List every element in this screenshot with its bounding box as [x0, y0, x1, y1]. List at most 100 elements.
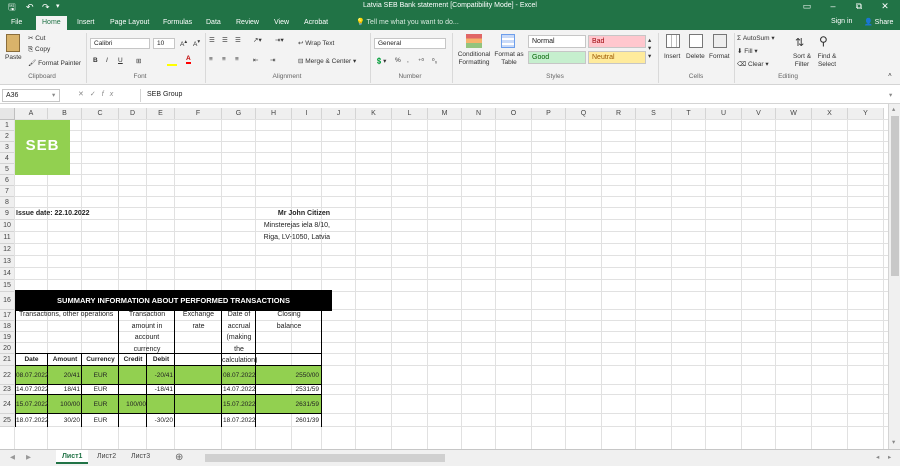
tx-currency[interactable]: EUR — [82, 386, 119, 394]
row-header[interactable]: 20 — [0, 343, 15, 354]
row-header[interactable]: 7 — [0, 186, 15, 197]
tab-file[interactable]: File — [5, 17, 28, 30]
row-header[interactable]: 23 — [0, 385, 15, 395]
subheader-debit[interactable]: Debit — [147, 356, 175, 364]
bold-button[interactable]: B — [93, 57, 98, 64]
insert-cells-icon[interactable] — [666, 34, 680, 48]
recipient-address-line1[interactable]: Minsterejas iela 8/10, — [264, 222, 330, 230]
scroll-down-icon[interactable]: ▾ — [892, 438, 895, 446]
row-header[interactable]: 9 — [0, 208, 15, 220]
format-cells-icon[interactable] — [713, 34, 727, 48]
tx-accrual-date[interactable]: 18.07.2022 — [223, 417, 256, 425]
tx-accrual-date[interactable]: 14.07.2022 — [223, 386, 256, 394]
merge-center-button[interactable]: ⊟ Merge & Center ▾ — [298, 57, 356, 65]
tab-acrobat[interactable]: Acrobat — [298, 17, 334, 30]
minimize-button[interactable]: – — [826, 1, 840, 11]
tx-accrual-date[interactable]: 15.07.2022 — [223, 401, 256, 409]
wrap-text-button[interactable]: ↩ Wrap Text — [298, 39, 334, 47]
tx-closing-balance[interactable]: 2550/00 — [256, 372, 320, 380]
formula-input[interactable]: SEB Group — [140, 89, 890, 102]
italic-button[interactable]: I — [106, 57, 108, 64]
align-top-icon[interactable]: ☰ — [209, 36, 215, 44]
tab-data[interactable]: Data — [200, 17, 227, 30]
tx-date[interactable]: 15.07.2022 — [16, 401, 49, 409]
cancel-icon[interactable]: ✕ — [78, 91, 90, 98]
issue-date[interactable]: Issue date: 22.10.2022 — [16, 210, 90, 218]
decrease-decimal-icon[interactable]: ⁰₀ — [432, 57, 437, 65]
sheet-tab-2[interactable]: Лист2 — [91, 450, 122, 464]
increase-indent-icon[interactable]: ⇥ — [270, 56, 275, 64]
subheader-date[interactable]: Date — [15, 356, 48, 364]
tx-credit[interactable]: 100/00 — [119, 401, 146, 409]
sort-filter-button[interactable]: Sort & Filter — [790, 53, 814, 69]
font-grow-icon[interactable]: A▴ — [180, 39, 187, 48]
tx-date[interactable]: 18.07.2022 — [16, 417, 49, 425]
increase-decimal-icon[interactable]: ⁺⁰ — [418, 57, 424, 65]
format-button[interactable]: Format — [709, 53, 730, 60]
borders-icon[interactable]: ⊞ — [136, 57, 141, 65]
style-good[interactable]: Good — [528, 51, 586, 64]
sign-in-link[interactable]: Sign in — [831, 18, 852, 25]
recipient-address-line2[interactable]: Riga, LV-1050, Latvia — [264, 234, 330, 242]
tab-insert[interactable]: Insert — [71, 17, 101, 30]
tx-closing-balance[interactable]: 2531/59 — [256, 386, 320, 394]
add-sheet-button[interactable]: ⊕ — [175, 452, 183, 463]
style-bad[interactable]: Bad — [588, 35, 646, 48]
next-sheet-icon[interactable]: ▶ — [26, 453, 31, 461]
indent-icon[interactable]: ⇥▾ — [275, 36, 284, 44]
decrease-indent-icon[interactable]: ⇤ — [253, 56, 258, 64]
find-select-icon[interactable]: ⚲ — [819, 34, 828, 48]
vertical-scroll-thumb[interactable] — [891, 116, 899, 276]
row-header[interactable]: 11 — [0, 232, 15, 244]
insert-function-icon[interactable]: fx — [102, 91, 119, 98]
ribbon-options-icon[interactable]: ▭ — [800, 1, 814, 12]
align-bottom-icon[interactable]: ☰ — [235, 36, 241, 44]
prev-sheet-icon[interactable]: ◀ — [10, 453, 15, 461]
close-button[interactable]: ✕ — [878, 1, 892, 12]
delete-cells-icon[interactable] — [689, 34, 703, 48]
format-painter-button[interactable]: 🖌 Format Painter — [28, 59, 81, 67]
underline-button[interactable]: U — [118, 57, 123, 64]
align-right-icon[interactable]: ≡ — [235, 56, 239, 63]
row-header[interactable]: 22 — [0, 366, 15, 385]
tx-amount[interactable]: 20/41 — [48, 372, 80, 380]
vertical-scrollbar[interactable]: ▴ ▾ — [888, 104, 900, 449]
clear-button[interactable]: ⌫ Clear ▾ — [737, 60, 769, 68]
subheader-credit[interactable]: Credit — [119, 356, 147, 364]
tx-debit[interactable]: -18/41 — [147, 386, 173, 394]
tx-date[interactable]: 14.07.2022 — [16, 386, 49, 394]
recipient-name[interactable]: Mr John Citizen — [278, 210, 330, 218]
worksheet-grid[interactable]: ABCDEFGHIJKLMNOPQRSTUVWXY 1 2 3 4 5 6 7 8 9 10 11 1… — [0, 108, 888, 449]
font-size-select[interactable]: 10 — [153, 38, 175, 49]
sheet-tab-3[interactable]: Лист3 — [125, 450, 156, 464]
row-header[interactable]: 19 — [0, 332, 15, 343]
tab-view[interactable]: View — [268, 17, 295, 30]
conditional-formatting-button[interactable]: Conditional Formatting — [455, 51, 493, 67]
expand-formula-bar-icon[interactable]: ▾ — [889, 91, 892, 99]
paste-icon[interactable] — [6, 34, 20, 52]
row-header[interactable]: 4 — [0, 153, 15, 164]
insert-button[interactable]: Insert — [664, 53, 680, 60]
percent-style-icon[interactable]: % — [395, 57, 401, 64]
row-header[interactable]: 24 — [0, 395, 15, 414]
align-center-icon[interactable]: ≡ — [222, 56, 226, 63]
styles-scroll-icon[interactable]: ▴ ▾ ▾ — [648, 36, 651, 60]
tx-debit[interactable]: -30/20 — [147, 417, 173, 425]
row-header[interactable]: 17 — [0, 310, 15, 321]
row-header[interactable]: 10 — [0, 220, 15, 232]
tx-currency[interactable]: EUR — [82, 417, 119, 425]
delete-button[interactable]: Delete — [686, 53, 705, 60]
comma-style-icon[interactable]: , — [407, 57, 409, 64]
align-left-icon[interactable]: ≡ — [209, 56, 213, 63]
scroll-right-icon[interactable]: ▸ — [888, 453, 891, 461]
tx-currency[interactable]: EUR — [82, 372, 119, 380]
font-name-select[interactable]: Calibri — [90, 38, 150, 49]
align-middle-icon[interactable]: ☰ — [222, 36, 228, 44]
paste-button[interactable]: Paste — [5, 54, 22, 61]
row-header[interactable]: 12 — [0, 244, 15, 256]
tx-amount[interactable]: 30/20 — [48, 417, 80, 425]
cut-button[interactable]: ✂ Cut — [28, 34, 45, 42]
row-header[interactable]: 13 — [0, 256, 15, 268]
tell-me-search[interactable]: 💡 Tell me what you want to do... — [356, 18, 459, 26]
conditional-formatting-icon[interactable] — [466, 34, 482, 48]
